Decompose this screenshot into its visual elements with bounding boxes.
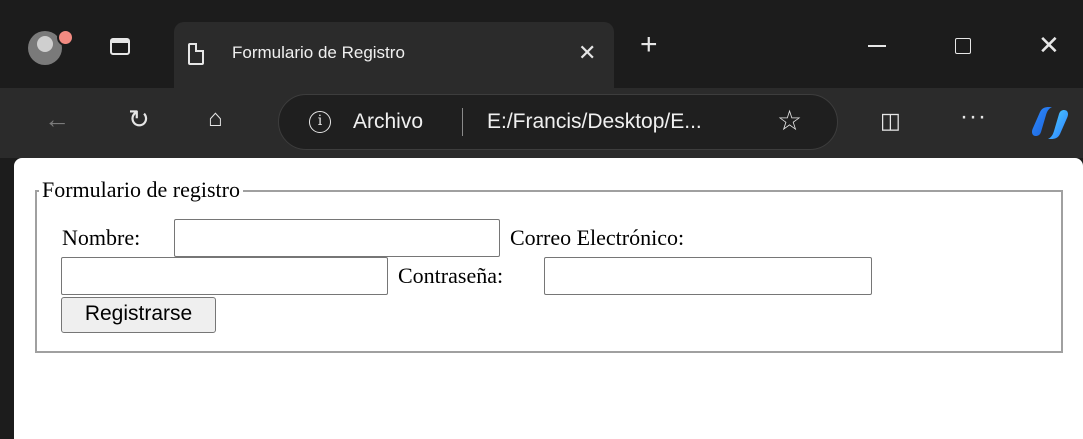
copilot-icon[interactable] xyxy=(1030,106,1070,140)
profile-notification-dot xyxy=(57,29,74,46)
close-window-button[interactable]: ✕ xyxy=(1038,30,1060,60)
tab-title: Formulario de Registro xyxy=(232,43,405,62)
address-bar[interactable]: i Archivo E:/Francis/Desktop/E... ☆ xyxy=(278,94,838,150)
browser-toolbar: ← ↻ ⌂ i Archivo E:/Francis/Desktop/E... … xyxy=(0,88,1083,158)
browser-titlebar: Formulario de Registro ✕ + ✕ xyxy=(0,0,1083,88)
fieldset-legend: Formulario de registro xyxy=(39,176,243,204)
site-info-icon[interactable]: i xyxy=(309,111,331,133)
home-button[interactable]: ⌂ xyxy=(208,104,223,134)
maximize-button[interactable] xyxy=(955,38,971,54)
nombre-label: Nombre: xyxy=(62,225,141,250)
more-options-icon[interactable]: ··· xyxy=(960,102,987,132)
address-url[interactable]: E:/Francis/Desktop/E... xyxy=(487,109,702,135)
correo-label: Correo Electrónico: xyxy=(510,225,685,250)
password-label: Contraseña: xyxy=(398,263,504,288)
password-input[interactable] xyxy=(544,257,872,295)
new-tab-button[interactable]: + xyxy=(640,30,658,60)
tab-close-icon[interactable]: ✕ xyxy=(578,38,596,68)
address-separator xyxy=(462,108,463,136)
window-left-edge xyxy=(0,158,14,439)
page-icon xyxy=(188,43,204,65)
reload-button[interactable]: ↻ xyxy=(128,104,150,134)
favorite-star-icon[interactable]: ☆ xyxy=(777,106,802,136)
tab-actions-icon[interactable] xyxy=(110,38,130,55)
correo-input[interactable] xyxy=(61,257,388,295)
nombre-input[interactable] xyxy=(174,219,500,257)
register-button[interactable]: Registrarse xyxy=(61,297,216,333)
back-button[interactable]: ← xyxy=(44,104,70,134)
address-scheme-label: Archivo xyxy=(353,110,424,133)
split-screen-icon[interactable]: ◫ xyxy=(880,106,901,136)
tab-formulario[interactable]: Formulario de Registro ✕ xyxy=(174,22,614,88)
page-viewport: Formulario de registro Nombre: Correo El… xyxy=(14,158,1083,439)
